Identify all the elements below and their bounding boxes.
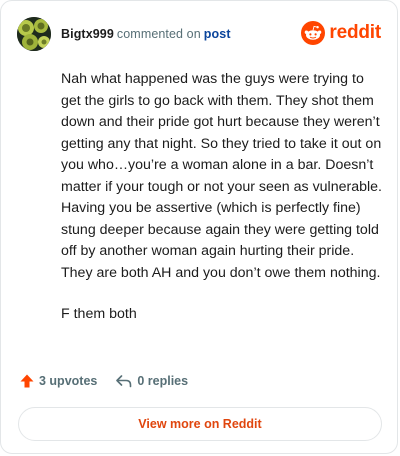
comment-body: Nah what happened was the guys were tryi… bbox=[61, 69, 383, 346]
comment-paragraph: Nah what happened was the guys were tryi… bbox=[61, 71, 382, 281]
username-link[interactable]: Bigtx999 bbox=[61, 27, 114, 41]
action-text: commented on bbox=[116, 27, 201, 41]
upvote-arrow-icon bbox=[20, 374, 34, 388]
comment-footer: 3 upvotes 0 replies bbox=[19, 373, 188, 389]
upvotes-button[interactable]: 3 upvotes bbox=[19, 373, 97, 389]
upvotes-count: 3 upvotes bbox=[39, 374, 98, 388]
replies-button[interactable]: 0 replies bbox=[115, 373, 188, 389]
reddit-snoo-icon bbox=[301, 21, 326, 45]
post-link[interactable]: post bbox=[204, 27, 231, 41]
user-avatar[interactable] bbox=[17, 17, 51, 51]
view-more-button[interactable]: View more on Reddit bbox=[18, 407, 382, 441]
reply-arrow-icon bbox=[116, 375, 132, 388]
comment-header: Bigtx999 commented on post reddit bbox=[17, 17, 381, 51]
comment-meta: Bigtx999 commented on post bbox=[61, 27, 231, 41]
replies-count: 0 replies bbox=[137, 374, 189, 388]
reddit-logo[interactable]: reddit bbox=[301, 21, 381, 45]
comment-embed-card: Bigtx999 commented on post reddit Nah what… bbox=[0, 0, 398, 454]
comment-paragraph: F them both bbox=[61, 306, 137, 322]
avatar-image bbox=[17, 17, 51, 51]
reddit-wordmark: reddit bbox=[329, 22, 381, 43]
